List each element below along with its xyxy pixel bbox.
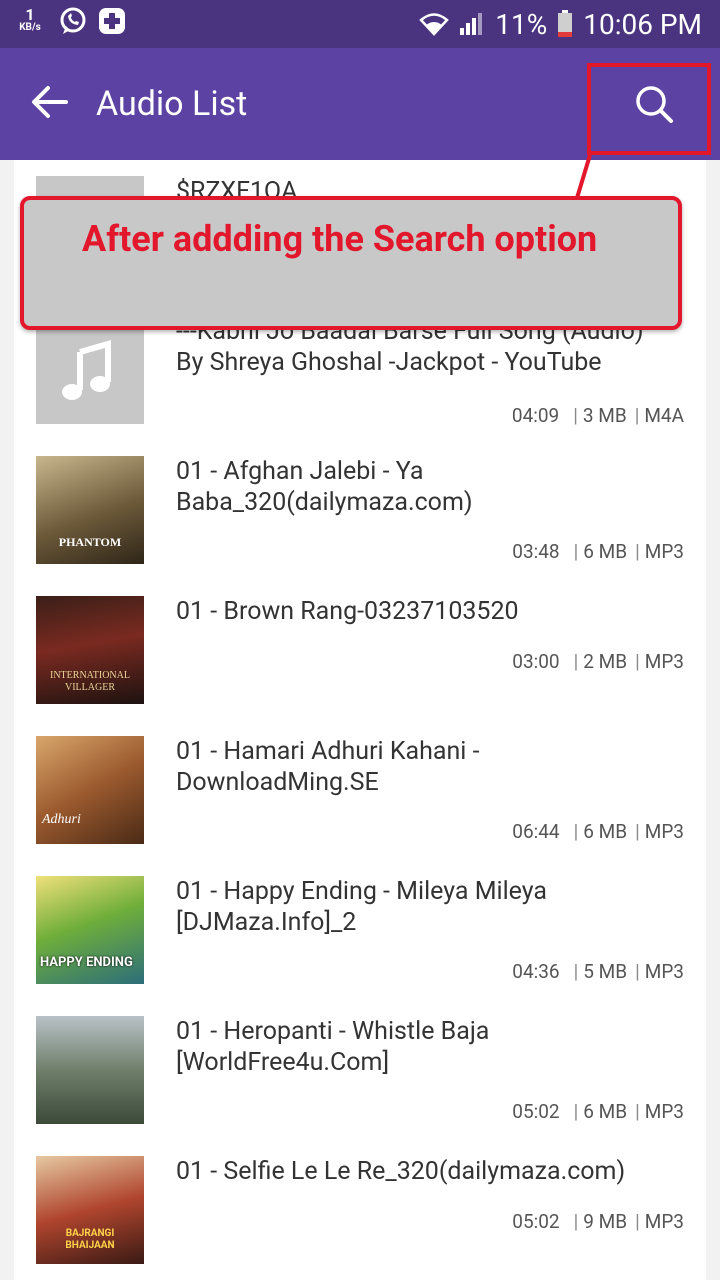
track-size: 5 MB xyxy=(583,960,628,983)
album-art: PHANTOM xyxy=(36,456,144,564)
track-meta: 04:36 | 5 MB | MP3 xyxy=(512,960,684,983)
track-format: MP3 xyxy=(644,1210,684,1233)
track-duration: 05:02 xyxy=(512,1100,560,1123)
track-duration: 05:02 xyxy=(512,1210,560,1233)
track-meta: 03:00 | 2 MB | MP3 xyxy=(512,650,684,673)
track-format: MP3 xyxy=(644,1100,684,1123)
track-meta: 03:48 | 6 MB | MP3 xyxy=(512,540,684,563)
track-duration: 04:09 xyxy=(511,404,560,427)
track-format: MP3 xyxy=(644,650,684,673)
track-format: MP3 xyxy=(644,540,684,563)
track-format: MP3 xyxy=(644,820,684,843)
track-title: 01 - Hamari Adhuri Kahani - DownloadMing… xyxy=(176,737,480,797)
list-item[interactable]: 01 - Heropanti - Whistle Baja [WorldFree… xyxy=(14,1016,706,1136)
list-item[interactable]: INTERNATIONAL VILLAGER 01 - Brown Rang-0… xyxy=(14,596,706,716)
track-size: 2 MB xyxy=(583,650,628,673)
track-title: 01 - Heropanti - Whistle Baja [WorldFree… xyxy=(176,1017,490,1077)
list-item[interactable]: PHANTOM 01 - Afghan Jalebi - Ya Baba_320… xyxy=(14,456,706,576)
track-meta: 05:02 | 9 MB | MP3 xyxy=(512,1210,684,1233)
annotation-callout: After addding the Search option xyxy=(20,196,682,330)
track-duration: 06:44 xyxy=(512,820,560,843)
track-title: 01 - Happy Ending - Mileya Mileya [DJMaz… xyxy=(176,877,548,937)
list-item[interactable]: BAJRANGI BHAIJAAN 01 - Selfie Le Le Re_3… xyxy=(14,1156,706,1276)
track-format: MP3 xyxy=(644,960,684,983)
track-format: M4A xyxy=(644,404,684,427)
track-size: 6 MB xyxy=(583,1100,628,1123)
album-art: BAJRANGI BHAIJAAN xyxy=(36,1156,144,1264)
track-size: 6 MB xyxy=(583,540,628,563)
list-item[interactable]: HAPPY ENDING 01 - Happy Ending - Mileya … xyxy=(14,876,706,996)
list-item[interactable]: Adhuri 01 - Hamari Adhuri Kahani - Downl… xyxy=(14,736,706,856)
track-title: 01 - Afghan Jalebi - Ya Baba_320(dailyma… xyxy=(176,457,473,517)
track-size: 3 MB xyxy=(582,404,627,427)
album-art: HAPPY ENDING xyxy=(36,876,144,984)
track-duration: 03:48 xyxy=(512,540,560,563)
track-meta: 06:44 | 6 MB | MP3 xyxy=(512,820,684,843)
album-art: Adhuri xyxy=(36,736,144,844)
track-duration: 03:00 xyxy=(512,650,560,673)
callout-text: After addding the Search option xyxy=(82,218,598,260)
track-meta: 04:09 | 3 MB | M4A xyxy=(511,404,684,427)
track-duration: 04:36 xyxy=(512,960,560,983)
track-size: 6 MB xyxy=(583,820,628,843)
album-art xyxy=(36,1016,144,1124)
track-meta: 05:02 | 6 MB | MP3 xyxy=(512,1100,684,1123)
track-title: 01 - Brown Rang-03237103520 xyxy=(176,597,519,626)
track-size: 9 MB xyxy=(583,1210,628,1233)
album-art: INTERNATIONAL VILLAGER xyxy=(36,596,144,704)
track-title: 01 - Selfie Le Le Re_320(dailymaza.com) xyxy=(176,1157,626,1186)
